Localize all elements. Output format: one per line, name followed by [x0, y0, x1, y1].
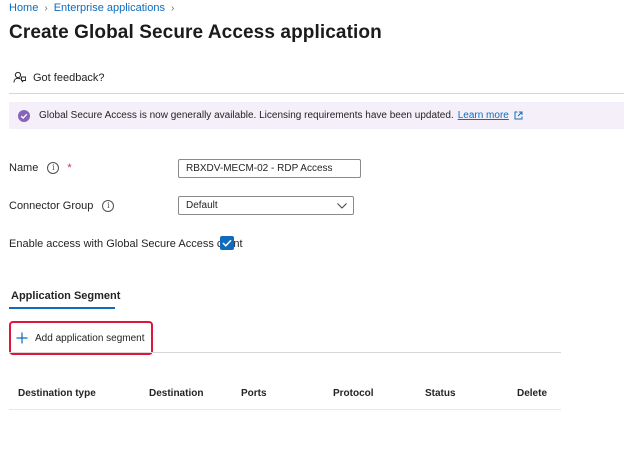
info-icon[interactable]: i [102, 200, 115, 212]
breadcrumb-separator-icon: › [170, 2, 175, 14]
feedback-button[interactable]: Got feedback? [13, 71, 105, 84]
column-header-protocol[interactable]: Protocol [333, 388, 374, 399]
add-application-segment-label: Add application segment [35, 332, 145, 344]
segment-divider [9, 352, 561, 353]
active-tab-indicator [9, 307, 115, 309]
required-indicator: * [67, 162, 72, 174]
checkmark-icon [222, 239, 232, 247]
column-header-destination-type[interactable]: Destination type [18, 388, 96, 399]
name-label: Name [9, 162, 39, 174]
gsa-client-label: Enable access with Global Secure Access … [9, 238, 243, 250]
name-input[interactable]: RBXDV-MECM-02 - RDP Access [178, 159, 361, 178]
banner-message: Global Secure Access is now generally av… [39, 110, 454, 121]
connector-group-value: Default [186, 200, 218, 211]
plus-icon [16, 332, 28, 344]
connector-group-select[interactable]: Default [178, 196, 354, 215]
name-label-row: Name i * [9, 162, 72, 174]
table-header-divider [9, 409, 561, 410]
chevron-down-icon [337, 202, 347, 209]
connector-group-label-row: Connector Group i [9, 200, 115, 212]
column-header-ports[interactable]: Ports [241, 388, 267, 399]
connector-group-label: Connector Group [9, 200, 94, 212]
header-divider [9, 93, 624, 94]
more-options-button[interactable]: ··· [359, 26, 375, 41]
feedback-icon [13, 71, 26, 83]
info-banner: Global Secure Access is now generally av… [9, 102, 624, 129]
feedback-label: Got feedback? [33, 71, 105, 84]
breadcrumb-home[interactable]: Home [9, 2, 38, 14]
external-link-icon[interactable] [514, 111, 523, 120]
page-title: Create Global Secure Access application [9, 22, 382, 43]
column-header-delete[interactable]: Delete [517, 388, 547, 399]
breadcrumb: Home › Enterprise applications › [9, 2, 180, 14]
gsa-client-checkbox[interactable] [220, 236, 234, 250]
info-icon[interactable]: i [47, 162, 60, 174]
check-circle-icon [18, 109, 30, 122]
column-header-status[interactable]: Status [425, 388, 456, 399]
learn-more-link[interactable]: Learn more [458, 110, 509, 121]
tab-application-segment[interactable]: Application Segment [11, 290, 120, 302]
breadcrumb-separator-icon: › [44, 2, 48, 14]
column-header-destination[interactable]: Destination [149, 388, 203, 399]
add-application-segment-button[interactable]: Add application segment [9, 321, 153, 355]
breadcrumb-enterprise-applications[interactable]: Enterprise applications [54, 2, 165, 14]
